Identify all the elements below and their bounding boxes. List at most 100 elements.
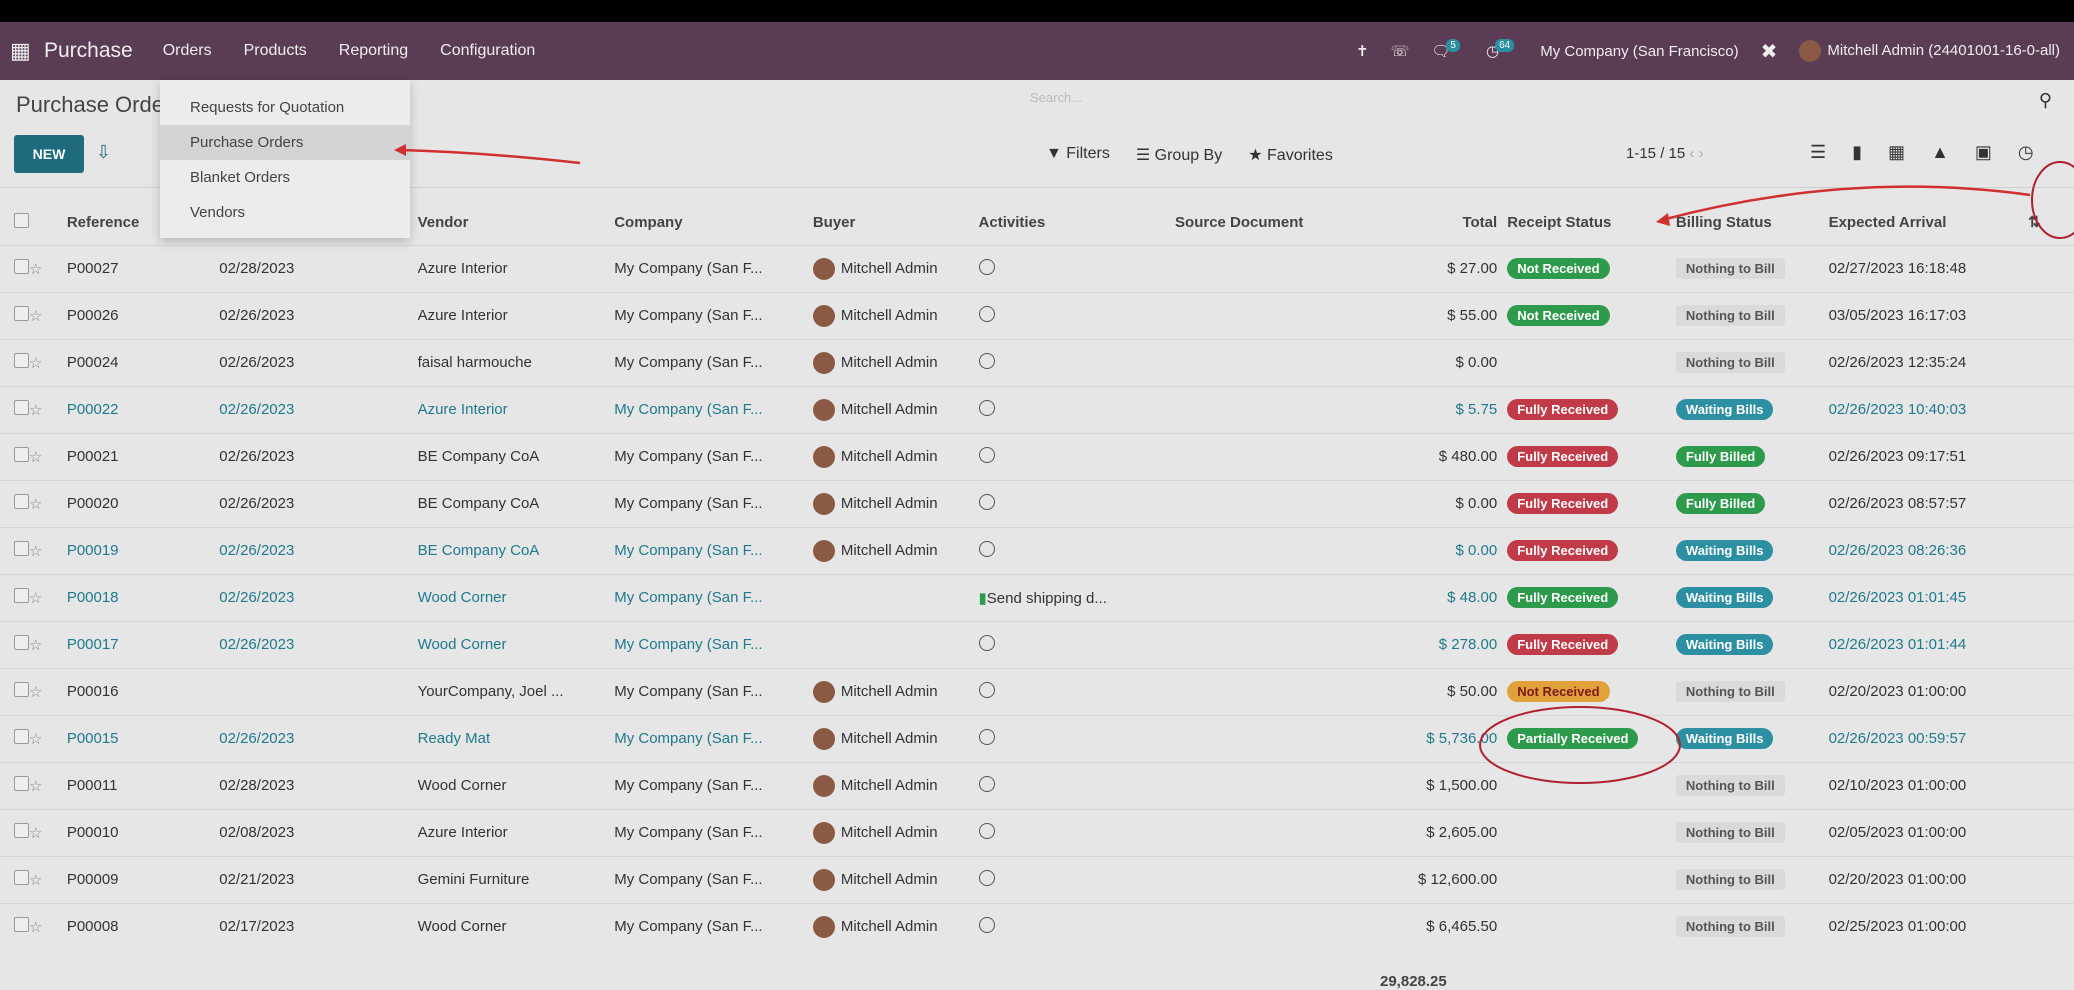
star-icon[interactable]: ☆ xyxy=(29,872,42,889)
row-checkbox[interactable] xyxy=(14,353,29,368)
row-checkbox[interactable] xyxy=(14,776,29,791)
clock-icon[interactable] xyxy=(978,822,995,839)
clock-icon[interactable] xyxy=(978,728,995,745)
user-menu[interactable]: Mitchell Admin (24401001-16-0-all) xyxy=(1799,40,2060,62)
optional-columns-toggle-icon[interactable]: ⇅ xyxy=(2028,200,2074,245)
calendar-view-icon[interactable]: ▣ xyxy=(1975,142,1992,163)
activity-summary[interactable]: Send shipping d... xyxy=(987,590,1107,607)
reference[interactable]: P00024 xyxy=(66,338,220,386)
table-row[interactable]: ☆ P00021 02/26/2023 BE Company CoA My Co… xyxy=(0,432,2074,480)
star-icon[interactable]: ☆ xyxy=(29,731,42,748)
dropdown-item-blanket-orders[interactable]: Blanket Orders xyxy=(160,160,410,195)
clock-icon[interactable] xyxy=(978,305,995,322)
pivot-view-icon[interactable]: ▦ xyxy=(1888,142,1905,163)
row-checkbox[interactable] xyxy=(14,259,29,274)
reference[interactable]: P00010 xyxy=(66,808,220,856)
row-checkbox[interactable] xyxy=(14,588,29,603)
clock-icon[interactable] xyxy=(978,540,995,557)
star-icon[interactable]: ☆ xyxy=(29,637,42,654)
row-checkbox[interactable] xyxy=(14,447,29,462)
star-icon[interactable]: ☆ xyxy=(29,825,42,842)
clock-icon[interactable] xyxy=(978,681,995,698)
row-checkbox[interactable] xyxy=(14,541,29,556)
row-checkbox[interactable] xyxy=(14,729,29,744)
email-activity-icon[interactable]: ▮ xyxy=(979,590,987,607)
apps-menu-icon[interactable]: ▦ xyxy=(10,38,36,64)
star-icon[interactable]: ☆ xyxy=(29,449,42,466)
row-checkbox[interactable] xyxy=(14,306,29,321)
debug-tools-icon[interactable]: ✖ xyxy=(1761,39,1778,64)
table-row[interactable]: ☆ P00022 02/26/2023 Azure Interior My Co… xyxy=(0,385,2074,433)
company-switcher[interactable]: My Company (San Francisco) xyxy=(1540,43,1738,60)
search-icon[interactable]: ⚲ xyxy=(2039,90,2052,111)
table-row[interactable]: ☆ P00010 02/08/2023 Azure Interior My Co… xyxy=(0,808,2074,856)
kanban-view-icon[interactable]: ▮ xyxy=(1852,142,1862,163)
row-checkbox[interactable] xyxy=(14,494,29,509)
pager-next[interactable]: › xyxy=(1699,145,1704,162)
table-row[interactable]: ☆ P00009 02/21/2023 Gemini Furniture My … xyxy=(0,855,2074,903)
row-checkbox[interactable] xyxy=(14,400,29,415)
reference[interactable]: P00018 xyxy=(66,573,220,621)
star-icon[interactable]: ☆ xyxy=(29,778,42,795)
pager-value[interactable]: 1-15 / 15 xyxy=(1626,145,1685,162)
row-checkbox[interactable] xyxy=(14,682,29,697)
star-icon[interactable]: ☆ xyxy=(29,590,42,607)
table-row[interactable]: ☆ P00018 02/26/2023 Wood Corner My Compa… xyxy=(0,573,2074,621)
clock-icon[interactable] xyxy=(978,869,995,886)
dropdown-item-purchase-orders[interactable]: Purchase Orders xyxy=(160,125,410,160)
clock-icon[interactable] xyxy=(978,258,995,275)
menu-reporting[interactable]: Reporting xyxy=(339,42,408,60)
reference[interactable]: P00020 xyxy=(66,479,220,527)
col-source-document[interactable]: Source Document xyxy=(1175,200,1345,245)
menu-configuration[interactable]: Configuration xyxy=(440,42,535,60)
list-view-icon[interactable]: ☰ xyxy=(1810,142,1826,163)
col-buyer[interactable]: Buyer xyxy=(813,200,979,245)
col-company[interactable]: Company xyxy=(614,200,813,245)
clock-icon[interactable] xyxy=(978,352,995,369)
chat-icon[interactable]: 🗨5 xyxy=(1431,39,1464,60)
star-icon[interactable]: ☆ xyxy=(29,355,42,372)
group-by-button[interactable]: ☰ Group By xyxy=(1136,145,1222,165)
star-icon[interactable]: ☆ xyxy=(29,919,42,936)
table-row[interactable]: ☆ P00026 02/26/2023 Azure Interior My Co… xyxy=(0,291,2074,339)
row-checkbox[interactable] xyxy=(14,917,29,933)
reference[interactable]: P00019 xyxy=(66,526,220,574)
clock-icon[interactable] xyxy=(978,399,995,416)
star-icon[interactable]: ☆ xyxy=(29,684,42,701)
col-receipt-status[interactable]: Receipt Status xyxy=(1507,200,1676,245)
graph-view-icon[interactable]: ▲ xyxy=(1931,142,1949,163)
col-vendor[interactable]: Vendor xyxy=(418,200,615,245)
filters-button[interactable]: ▼ Filters xyxy=(1046,145,1110,165)
col-expected-arrival[interactable]: Expected Arrival xyxy=(1829,200,2029,245)
star-icon[interactable]: ☆ xyxy=(29,308,42,325)
reference[interactable]: P00009 xyxy=(66,855,220,903)
bug-icon[interactable]: ✝ xyxy=(1356,42,1369,60)
row-checkbox[interactable] xyxy=(14,635,29,650)
reference[interactable]: P00026 xyxy=(66,291,220,339)
col-billing-status[interactable]: Billing Status xyxy=(1676,200,1829,245)
new-button[interactable]: NEW xyxy=(14,135,84,173)
col-total[interactable]: Total xyxy=(1345,200,1507,245)
clock-icon[interactable] xyxy=(978,775,995,792)
clock-icon[interactable] xyxy=(978,634,995,651)
phone-icon[interactable]: ☏ xyxy=(1391,42,1410,60)
app-name[interactable]: Purchase xyxy=(44,39,133,63)
activity-view-icon[interactable]: ◷ xyxy=(2018,142,2034,163)
reference[interactable]: P00021 xyxy=(66,432,220,480)
table-row[interactable]: ☆ P00016 YourCompany, Joel ... My Compan… xyxy=(0,667,2074,715)
star-icon[interactable]: ☆ xyxy=(29,496,42,513)
dropdown-item-vendors[interactable]: Vendors xyxy=(160,195,410,230)
reference[interactable]: P00008 xyxy=(66,902,220,950)
reference[interactable]: P00015 xyxy=(66,714,220,762)
table-row[interactable]: ☆ P00020 02/26/2023 BE Company CoA My Co… xyxy=(0,479,2074,527)
download-icon[interactable]: ⇩ xyxy=(96,142,111,163)
table-row[interactable]: ☆ P00017 02/26/2023 Wood Corner My Compa… xyxy=(0,620,2074,668)
table-row[interactable]: ☆ P00011 02/28/2023 Wood Corner My Compa… xyxy=(0,761,2074,809)
table-row[interactable]: ☆ P00008 02/17/2023 Wood Corner My Compa… xyxy=(0,902,2074,950)
row-checkbox[interactable] xyxy=(14,870,29,885)
reference[interactable]: P00022 xyxy=(66,385,220,433)
star-icon[interactable]: ☆ xyxy=(29,543,42,560)
table-row[interactable]: ☆ P00027 02/28/2023 Azure Interior My Co… xyxy=(0,244,2074,292)
favorites-button[interactable]: ★ Favorites xyxy=(1248,145,1333,165)
table-row[interactable]: ☆ P00015 02/26/2023 Ready Mat My Company… xyxy=(0,714,2074,762)
